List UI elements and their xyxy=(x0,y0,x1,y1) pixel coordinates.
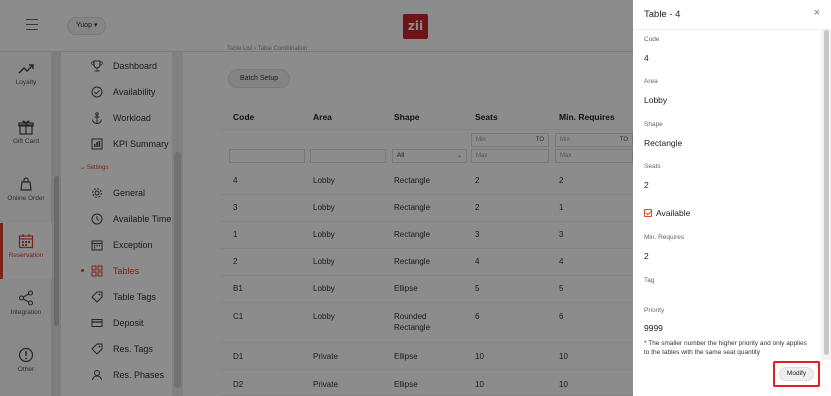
min-requires-value: 2 xyxy=(644,251,649,261)
priority-note: * The smaller number the higher priority… xyxy=(644,340,807,356)
area-value: Lobby xyxy=(644,95,668,105)
code-label: Code xyxy=(644,36,660,43)
priority-value: 9999 xyxy=(644,323,663,333)
priority-label: Priority xyxy=(644,307,665,314)
available-checkbox[interactable] xyxy=(644,209,652,217)
shape-label: Shape xyxy=(644,121,663,128)
shape-value: Rectangle xyxy=(644,138,683,148)
area-label: Area xyxy=(644,78,658,85)
seats-value: 2 xyxy=(644,180,649,190)
modify-highlight: Modify xyxy=(773,361,820,387)
panel-title: Table - 4 xyxy=(644,9,681,20)
tag-label: Tag xyxy=(644,277,655,284)
panel-scrollbar[interactable] xyxy=(821,30,831,360)
seats-label: Seats xyxy=(644,163,661,170)
close-icon[interactable]: × xyxy=(814,7,820,19)
table-detail-panel: Table - 4 × Code 4 Area Lobby Shape Rect… xyxy=(633,0,831,396)
panel-header: Table - 4 × xyxy=(633,0,831,30)
available-label[interactable]: Available xyxy=(656,208,690,218)
code-value: 4 xyxy=(644,53,649,63)
modify-button[interactable]: Modify xyxy=(779,367,814,381)
scroll-thumb[interactable] xyxy=(824,30,829,355)
min-requires-label: Min. Requires xyxy=(644,234,685,241)
modal-backdrop[interactable] xyxy=(0,0,633,396)
